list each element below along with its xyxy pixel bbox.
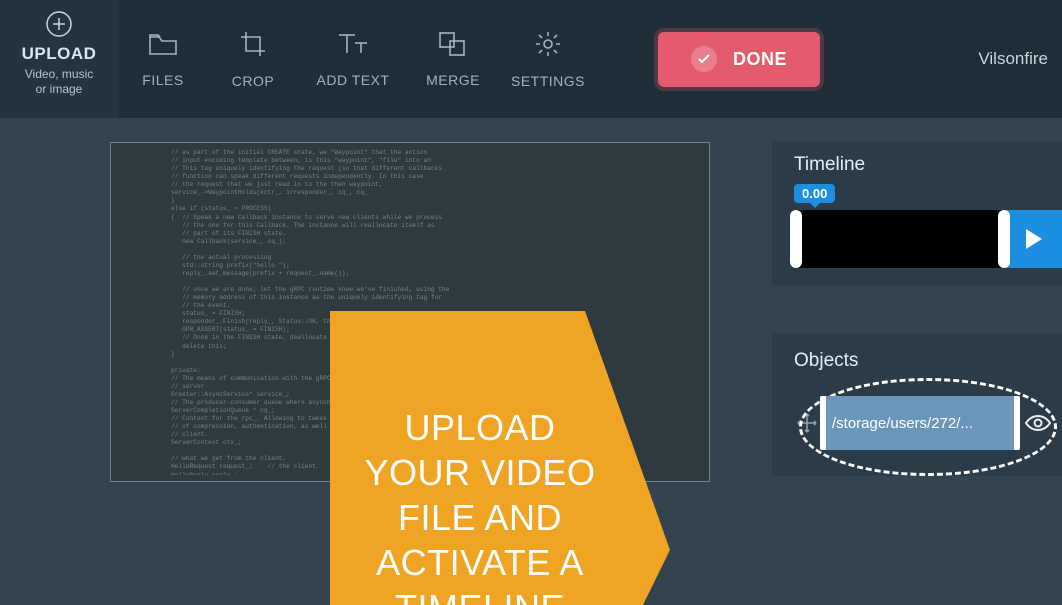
- upload-button[interactable]: UPLOAD Video, music or image: [0, 0, 118, 118]
- merge-label: MERGE: [426, 72, 480, 88]
- timeline-title: Timeline: [794, 154, 1062, 176]
- timeline-left-handle[interactable]: [790, 210, 802, 268]
- play-button[interactable]: [1006, 210, 1062, 268]
- object-left-handle[interactable]: [820, 396, 826, 450]
- text-icon: [337, 31, 369, 60]
- object-row: /storage/users/272/...: [794, 396, 1062, 450]
- top-toolbar: UPLOAD Video, music or image FILES CROP …: [0, 0, 1062, 118]
- object-chip[interactable]: /storage/users/272/...: [820, 396, 1020, 450]
- timeline-position-badge[interactable]: 0.00: [794, 184, 835, 203]
- content-area: // as part of the initial CREATE state, …: [0, 118, 1062, 142]
- done-label: DONE: [733, 49, 787, 70]
- gear-icon: [534, 30, 562, 61]
- settings-button[interactable]: SETTINGS: [498, 0, 598, 118]
- files-label: FILES: [142, 72, 183, 88]
- user-name: Vilsonfire: [978, 49, 1048, 69]
- upload-label: UPLOAD: [0, 44, 118, 64]
- folder-icon: [148, 31, 178, 60]
- crop-label: CROP: [232, 73, 274, 89]
- merge-icon: [438, 31, 468, 60]
- user-menu[interactable]: Vilsonfire: [978, 0, 1062, 118]
- upload-sublabel: Video, music or image: [0, 67, 118, 97]
- visibility-toggle[interactable]: [1020, 413, 1056, 433]
- merge-button[interactable]: MERGE: [408, 0, 498, 118]
- timeline-track[interactable]: [794, 210, 1006, 268]
- settings-label: SETTINGS: [511, 73, 585, 89]
- objects-panel: Objects /storage/users/272/...: [772, 334, 1062, 476]
- files-button[interactable]: FILES: [118, 0, 208, 118]
- timeline-right-handle[interactable]: [998, 210, 1010, 268]
- object-right-handle[interactable]: [1014, 396, 1020, 450]
- plus-icon: [45, 10, 73, 38]
- crop-icon: [239, 30, 267, 61]
- add-text-label: ADD TEXT: [317, 72, 390, 88]
- crop-button[interactable]: CROP: [208, 0, 298, 118]
- timeline-panel: Timeline 0.00: [772, 142, 1062, 286]
- object-path: /storage/users/272/...: [832, 415, 973, 432]
- add-text-button[interactable]: ADD TEXT: [298, 0, 408, 118]
- callout-text: UPLOAD YOUR VIDEO FILE AND ACTIVATE A TI…: [350, 405, 610, 605]
- objects-title: Objects: [794, 350, 1062, 372]
- done-button[interactable]: DONE: [658, 32, 820, 87]
- move-handle[interactable]: [794, 413, 820, 433]
- check-icon: [691, 46, 717, 72]
